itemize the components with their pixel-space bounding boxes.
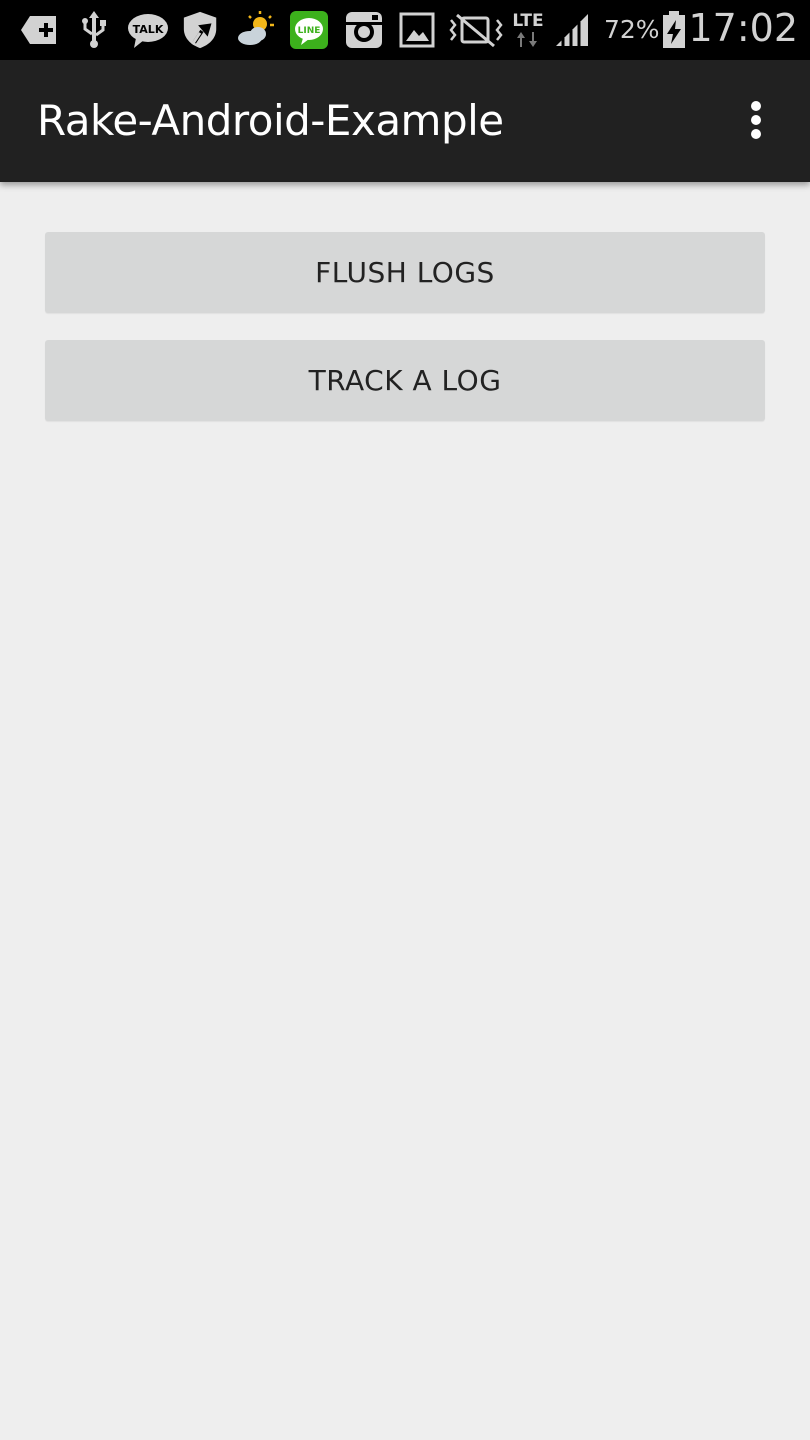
gallery-icon — [399, 12, 435, 48]
weather-icon — [238, 11, 274, 45]
usb-icon — [82, 11, 106, 48]
svg-text:LINE: LINE — [298, 26, 321, 36]
svg-text:LTE: LTE — [512, 11, 543, 31]
overflow-menu-icon[interactable] — [736, 96, 776, 144]
flush-logs-button[interactable]: FLUSH LOGS — [45, 232, 765, 313]
signal-icon — [556, 14, 588, 47]
kakaotalk-icon: TALK — [128, 14, 168, 48]
svg-text:TALK: TALK — [133, 23, 164, 36]
instagram-icon — [346, 12, 382, 48]
battery-charging-icon — [663, 11, 685, 48]
line-icon: LINE — [290, 11, 328, 49]
track-a-log-button[interactable]: TRACK A LOG — [45, 340, 765, 421]
app-title: Rake-Android-Example — [37, 96, 504, 145]
status-bar: TALK LINE LTE 72% 17:02 — [0, 0, 810, 60]
battery-percent: 72% — [604, 15, 660, 44]
notification-plus-icon — [21, 16, 56, 44]
lte-icon: LTE — [512, 11, 544, 47]
action-bar: Rake-Android-Example — [0, 60, 810, 182]
status-clock: 17:02 — [688, 6, 798, 50]
shield-update-icon — [183, 11, 217, 49]
mute-vibrate-icon — [449, 13, 503, 48]
